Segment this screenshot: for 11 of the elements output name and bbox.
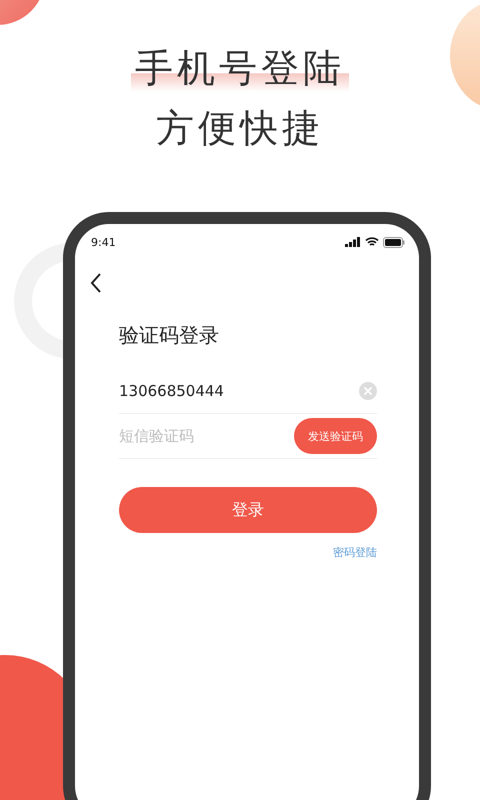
back-icon[interactable]: [89, 272, 103, 294]
login-button[interactable]: 登录: [119, 487, 377, 533]
signal-icon: [345, 237, 361, 247]
status-time: 9:41: [91, 236, 116, 248]
page-title: 验证码登录: [119, 322, 220, 349]
wifi-icon: [365, 237, 379, 247]
send-code-button[interactable]: 发送验证码: [294, 418, 377, 454]
battery-icon: [383, 236, 405, 248]
password-login-link[interactable]: 密码登陆: [333, 545, 377, 560]
phone-number-field[interactable]: 13066850444: [119, 382, 359, 400]
subheadline: 方便快捷: [156, 105, 324, 152]
